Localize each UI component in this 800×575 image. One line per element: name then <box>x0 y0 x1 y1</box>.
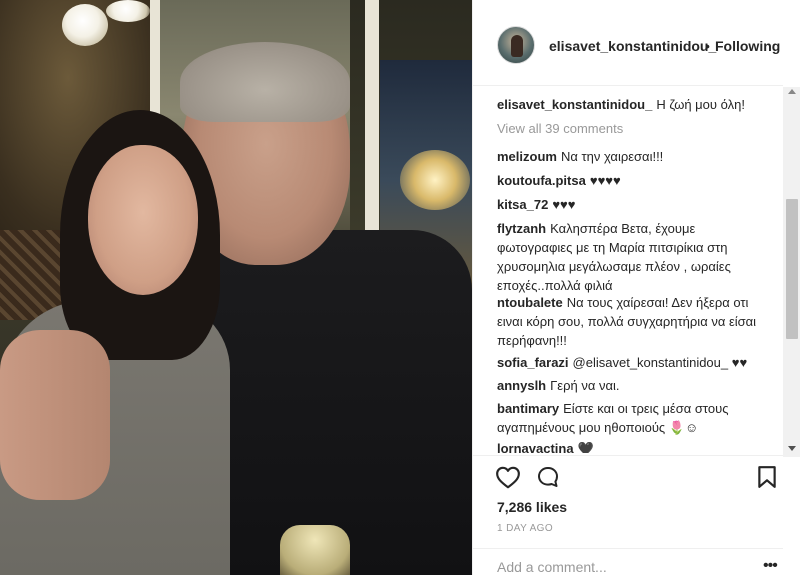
comment-username[interactable]: flytzanh <box>497 221 546 236</box>
man-arm <box>0 330 110 500</box>
caption-text: Η ζωή μου όλη! <box>656 97 745 112</box>
scroll-thumb[interactable] <box>786 199 798 339</box>
comment-item: sofia_farazi @elisavet_konstantinidou_ ♥♥ <box>497 353 767 372</box>
comment-item: flytzanh Καλησπέρα Βετα, έχουμε φωτογραφι… <box>497 219 767 295</box>
comment-text: Να την χαιρεσαι!!! <box>560 149 664 164</box>
comment-text: ♥♥♥♥ <box>589 173 621 188</box>
view-all-comments-link[interactable]: View all 39 comments <box>497 121 623 136</box>
author-username[interactable]: elisavet_konstantinidou_ <box>549 38 716 54</box>
comments-list: elisavet_konstantinidou_ Η ζωή μου όλη! V… <box>473 87 783 453</box>
comment-item: kitsa_72 ♥♥♥ <box>497 195 767 214</box>
separator-dot: • <box>705 38 710 54</box>
window-frame <box>365 0 379 260</box>
comment-text: 🖤 <box>577 441 594 453</box>
add-comment-input[interactable] <box>497 559 727 575</box>
add-comment-bar: ••• <box>473 548 783 575</box>
more-options-icon[interactable]: ••• <box>763 558 778 574</box>
avatar[interactable] <box>497 26 535 64</box>
woman-face <box>88 145 198 295</box>
scroll-up-arrow-icon[interactable] <box>788 89 796 94</box>
comment-username[interactable]: melizoum <box>497 149 557 164</box>
speech-bubble-icon[interactable] <box>535 465 561 489</box>
comment-username[interactable]: lornavactina <box>497 441 574 453</box>
heart-icon[interactable] <box>495 465 521 489</box>
caption: elisavet_konstantinidou_ Η ζωή μου όλη! <box>497 95 767 114</box>
comment-text: ♥♥♥ <box>552 197 576 212</box>
likes-count[interactable]: 7,286 likes <box>497 499 567 515</box>
comment-username[interactable]: sofia_farazi <box>497 355 569 370</box>
man-hair <box>180 42 350 122</box>
bookmark-icon[interactable] <box>757 465 777 489</box>
post-photo[interactable] <box>0 0 472 575</box>
comments-scrollbar[interactable] <box>783 87 800 457</box>
light-bulb <box>106 0 150 22</box>
comment-item: melizoum Να την χαιρεσαι!!! <box>497 147 767 166</box>
scroll-down-arrow-icon[interactable] <box>788 446 796 451</box>
comment-username[interactable]: ntoubalete <box>497 295 563 310</box>
comment-username[interactable]: annyslh <box>497 378 546 393</box>
comment-username[interactable]: koutoufa.pitsa <box>497 173 586 188</box>
light-bulb <box>62 4 108 46</box>
photo-lamp <box>400 150 470 210</box>
comment-item: ntoubalete Να τους χαίρεσαι! Δεν ήξερα οτ… <box>497 293 767 350</box>
caption-username[interactable]: elisavet_konstantinidou_ <box>497 97 652 112</box>
comment-username[interactable]: bantimary <box>497 401 559 416</box>
wine-glass <box>280 525 350 575</box>
post-actions: 7,286 likes 1 DAY AGO ••• <box>473 455 783 575</box>
comment-text: Γερή να ναι. <box>550 378 620 393</box>
comment-item: annyslh Γερή να ναι. <box>497 376 767 395</box>
follow-button[interactable]: Following <box>715 38 780 54</box>
comment-text: @elisavet_konstantinidou_ ♥♥ <box>572 355 748 370</box>
comment-item: bantimary Είστε και οι τρεις μέσα στους α… <box>497 399 767 437</box>
post-side-panel: elisavet_konstantinidou_ • Following eli… <box>472 0 800 575</box>
comment-username[interactable]: kitsa_72 <box>497 197 548 212</box>
comment-item: koutoufa.pitsa ♥♥♥♥ <box>497 171 767 190</box>
post-header: elisavet_konstantinidou_ • Following <box>473 0 783 86</box>
post-timestamp: 1 DAY AGO <box>497 523 554 534</box>
comment-item: lornavactina 🖤 <box>497 439 767 453</box>
